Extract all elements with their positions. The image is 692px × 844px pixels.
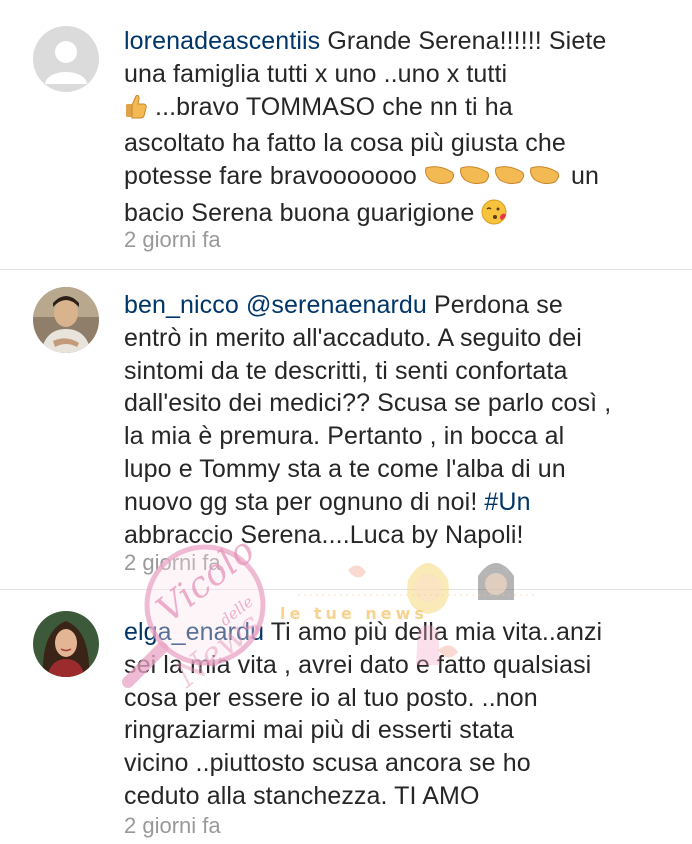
comment-text: ringraziarmi mai più di esserti stata xyxy=(124,716,514,745)
comment-username[interactable]: lorenadeascentiis xyxy=(124,27,320,55)
hashtag-link[interactable]: #Un xyxy=(484,488,530,516)
avatar[interactable] xyxy=(33,611,99,677)
comment-item: lorenadeascentiis Grande Serena!!!!!! Si… xyxy=(0,0,692,290)
avatar[interactable] xyxy=(33,26,99,92)
profile-photo xyxy=(33,611,99,677)
comment-text: Perdona se xyxy=(426,291,563,319)
comment-text: bacio Serena buona guarigione xyxy=(124,198,482,227)
comment-text: entrò in merito all'accaduto. A seguito … xyxy=(124,323,582,352)
comment-text: Ti amo più della mia vita..anzi xyxy=(264,618,603,646)
comment-text: nuovo gg sta per ognuno di noi! xyxy=(124,487,485,516)
comment-text: potesse fare bravooooooo xyxy=(124,162,424,191)
comment-text: cosa per essere io al tuo posto. ..non xyxy=(124,683,538,712)
comment-username[interactable]: ben_nicco xyxy=(124,291,239,319)
thumbs-up-emoji-icon xyxy=(124,93,148,128)
comment-item: ben_nicco @serenaenardu Perdona se entrò… xyxy=(0,270,692,590)
comment-timestamp: 2 giorni fa xyxy=(124,813,221,838)
avatar[interactable] xyxy=(33,287,99,353)
comment-text: ascoltato ha fatto la cosa più giusta ch… xyxy=(124,129,566,158)
kissing-face-emoji-icon xyxy=(481,199,507,234)
comment-text: sei la mia vita , avrei dato e fatto qua… xyxy=(124,650,592,679)
profile-photo xyxy=(33,287,99,353)
comment-timestamp: 2 giorni fa xyxy=(124,550,221,575)
clapping-hands-emoji-icon xyxy=(424,162,564,197)
comment-timestamp: 2 giorni fa xyxy=(124,227,221,252)
comment-text: dall'esito dei medici?? Scusa se parlo c… xyxy=(124,389,612,418)
comment-text: un xyxy=(563,162,599,191)
comment-body: ben_nicco @serenaenardu Perdona se entrò… xyxy=(124,289,664,551)
comment-item: elga_enardu Ti amo più della mia vita..a… xyxy=(0,590,692,844)
comment-text: una famiglia tutti x uno ..uno x tutti xyxy=(124,59,508,88)
comment-text: lupo e Tommy sta a te come l'alba di un xyxy=(124,454,566,483)
comment-text: sintomi da te descritti, ti senti confor… xyxy=(124,356,568,385)
comment-text: vicino ..piuttosto scusa ancora se ho xyxy=(124,749,531,778)
comment-text: la mia è premura. Pertanto , in bocca al xyxy=(124,422,565,451)
comment-body: elga_enardu Ti amo più della mia vita..a… xyxy=(124,616,664,813)
comment-username[interactable]: elga_enardu xyxy=(124,618,264,646)
comment-text: abbraccio Serena....Luca by Napoli! xyxy=(124,520,524,549)
comment-text: ceduto alla stanchezza. TI AMO xyxy=(124,781,480,810)
comment-text: Grande Serena!!!!!! Siete xyxy=(320,27,607,55)
default-avatar-icon xyxy=(33,26,99,92)
mention-link[interactable]: @serenaenardu xyxy=(246,291,427,319)
comment-text: ...bravo TOMMASO che nn ti ha xyxy=(148,92,513,121)
comment-body: lorenadeascentiis Grande Serena!!!!!! Si… xyxy=(124,25,664,234)
